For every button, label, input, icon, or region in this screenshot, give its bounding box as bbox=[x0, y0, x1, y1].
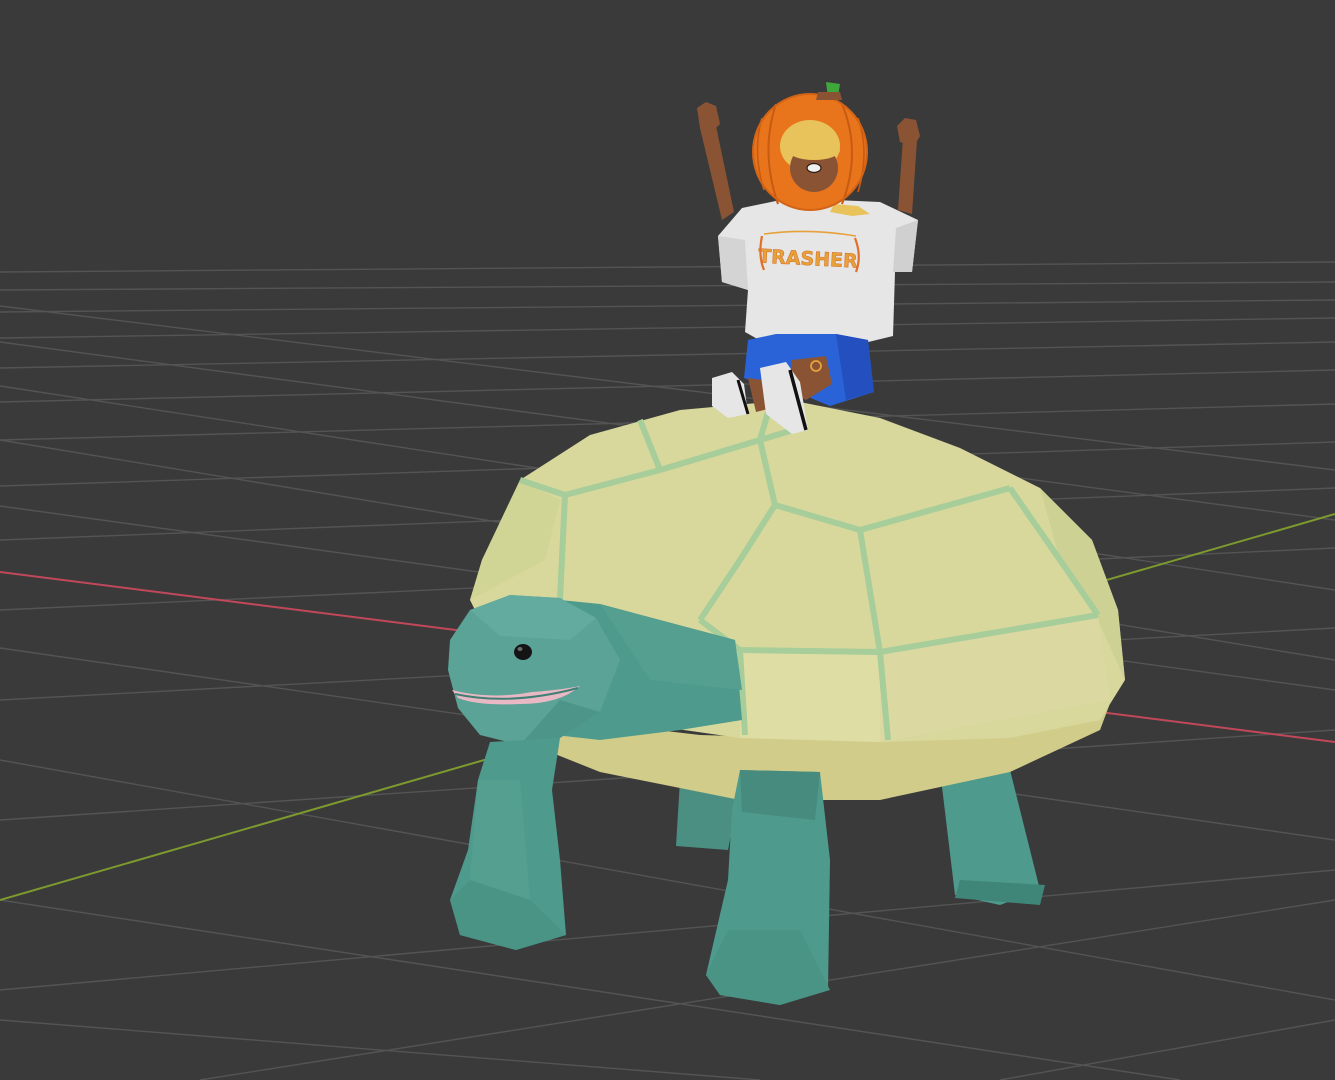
character-shirt bbox=[718, 198, 918, 346]
viewport-canvas[interactable]: TRASHER bbox=[0, 0, 1335, 1080]
tortoise-eye bbox=[514, 644, 532, 660]
3d-viewport[interactable]: TRASHER bbox=[0, 0, 1335, 1080]
character-mouth bbox=[806, 162, 822, 174]
